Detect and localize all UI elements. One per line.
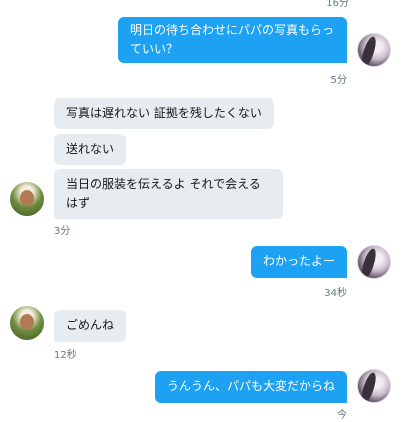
- message-bubble-incoming[interactable]: ごめんね: [54, 310, 127, 342]
- my-avatar[interactable]: [357, 369, 391, 403]
- message-bubble-outgoing[interactable]: わかったよー: [250, 246, 347, 278]
- message-timestamp: 3分: [54, 226, 71, 237]
- message-bubble-incoming[interactable]: 写真は遅れない 証拠を残したくない: [54, 98, 274, 129]
- my-avatar[interactable]: [357, 33, 391, 67]
- message-bubble-incoming[interactable]: 当日の服装を伝えるよ それで会えるはず: [54, 169, 283, 219]
- message-timestamp: 今: [337, 410, 347, 421]
- message-bubble-incoming[interactable]: 送れない: [54, 134, 127, 165]
- message-timestamp: 34秒: [324, 288, 347, 299]
- timestamp-top-partial: 16分: [326, 0, 349, 9]
- message-bubble-outgoing[interactable]: 明日の待ち合わせにパパの写真もらっていい？: [118, 17, 347, 63]
- message-bubble-outgoing[interactable]: うんうん、パパも大変だからね: [154, 371, 347, 403]
- message-timestamp: 12秒: [54, 350, 77, 361]
- contact-avatar[interactable]: [10, 182, 44, 216]
- message-timestamp: 5分: [330, 75, 347, 86]
- my-avatar[interactable]: [357, 245, 391, 279]
- contact-avatar[interactable]: [10, 306, 44, 340]
